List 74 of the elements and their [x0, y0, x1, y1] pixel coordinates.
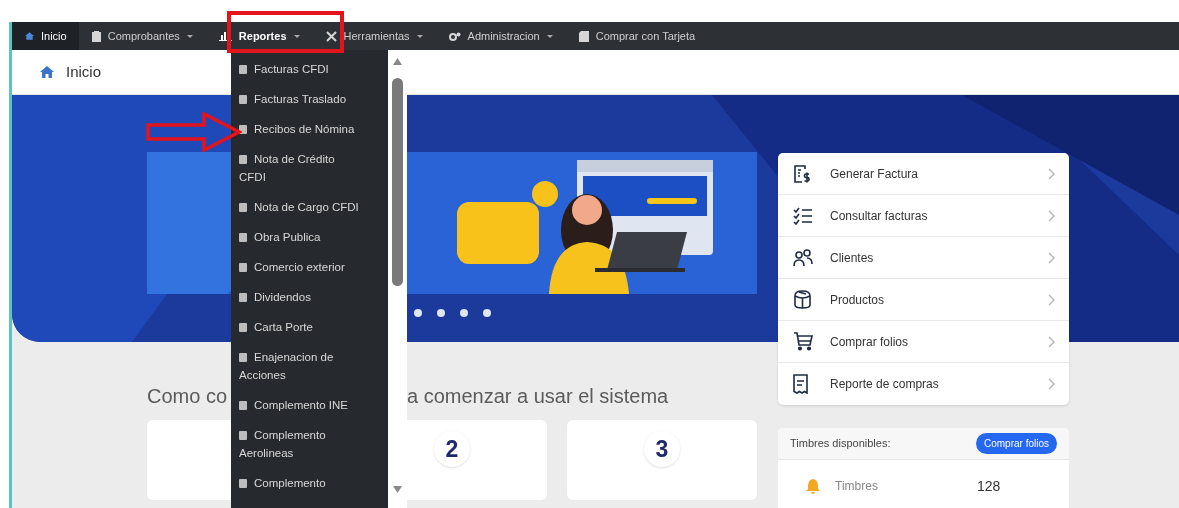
quick-link-item[interactable]: Productos	[778, 279, 1069, 321]
nav-menu-item[interactable]: Herramientas	[312, 22, 436, 50]
bell-icon	[806, 478, 820, 494]
chevron-right-icon	[1048, 293, 1055, 306]
dropdown-menu-item[interactable]: Dividendos	[231, 282, 359, 312]
caret-icon	[293, 34, 300, 38]
timbres-count: 128	[977, 476, 1001, 496]
card-icon	[578, 30, 589, 42]
gears-icon	[448, 31, 461, 41]
nav-menu-item[interactable]: Comprobantes	[78, 22, 206, 50]
nav-menu-item[interactable]: Inicio	[12, 22, 79, 50]
quick-link-item[interactable]: Reporte de compras	[778, 363, 1069, 405]
nav-menu-item[interactable]: Reportes	[205, 22, 313, 50]
document-icon	[239, 65, 247, 74]
dropdown-menu-item[interactable]: Enajenacion de Acciones	[231, 342, 359, 390]
document-icon	[239, 323, 247, 332]
cart-icon	[793, 332, 813, 351]
box-icon	[793, 290, 812, 309]
step-number: 2	[434, 431, 470, 467]
users-icon	[793, 248, 813, 267]
breadcrumb-label: Inicio	[66, 61, 102, 82]
dropdown-menu-item[interactable]: Nota de Cargo CFDI	[231, 192, 359, 222]
caret-icon	[546, 34, 553, 38]
home-icon	[40, 66, 54, 78]
quick-link-item[interactable]: Clientes	[778, 237, 1069, 279]
dropdown-menu-item[interactable]: Complemento INE	[231, 390, 359, 420]
document-icon	[239, 353, 247, 362]
quick-link-item[interactable]: Consultar facturas	[778, 195, 1069, 237]
section-heading: a comenzar a usar el sistema	[407, 384, 670, 409]
chevron-right-icon	[1048, 335, 1055, 348]
chevron-right-icon	[1048, 378, 1055, 390]
receipt-icon	[793, 374, 808, 394]
timbres-label: Timbres	[835, 478, 879, 495]
document-icon	[239, 95, 247, 104]
chevron-right-icon	[1048, 167, 1055, 180]
dropdown-menu-item[interactable]: Facturas Traslado	[231, 84, 359, 114]
document-icon	[239, 125, 247, 134]
clipboard-icon	[91, 30, 101, 42]
timbres-title: Timbres disponibles:	[790, 436, 891, 452]
home-icon	[25, 32, 34, 40]
caret-icon	[416, 34, 423, 38]
dropdown-menu-item[interactable]: Complemento Aerolineas	[231, 420, 359, 468]
document-icon	[239, 293, 247, 302]
document-icon	[239, 431, 247, 440]
document-icon	[239, 401, 247, 410]
caret-icon	[186, 34, 193, 38]
quick-link-item[interactable]: Generar Factura	[778, 153, 1069, 195]
document-icon	[239, 263, 247, 272]
document-icon	[239, 479, 247, 488]
buy-folios-button[interactable]: Comprar folios	[975, 433, 1057, 454]
dropdown-menu-item[interactable]: Comercio exterior	[231, 252, 359, 282]
document-icon	[239, 155, 247, 164]
section-heading: Como co	[147, 384, 228, 409]
chevron-right-icon	[1048, 209, 1055, 222]
document-icon	[239, 203, 247, 212]
dropdown-menu-item[interactable]: Carta Porte	[231, 312, 359, 342]
step-number: 3	[644, 431, 680, 467]
quick-link-item[interactable]: Comprar folios	[778, 321, 1069, 363]
dropdown-menu-item[interactable]: Complemento	[231, 468, 359, 498]
nav-menu-item[interactable]: Administracion	[435, 22, 566, 50]
scroll-down-icon[interactable]	[393, 486, 402, 493]
dropdown-menu-item[interactable]: Facturas CFDI	[231, 54, 359, 84]
invoice-dollar-icon	[793, 163, 811, 184]
document-icon	[239, 233, 247, 242]
checklist-icon	[793, 206, 813, 225]
dropdown-menu-item[interactable]: Nota de Crédito CFDI	[231, 144, 359, 192]
chevron-right-icon	[1048, 251, 1055, 264]
scroll-thumb[interactable]	[392, 78, 403, 286]
nav-menu-item[interactable]: Comprar con Tarjeta	[565, 22, 709, 50]
bar-chart-icon	[218, 31, 232, 41]
dropdown-menu-item[interactable]: Recibos de Nómina	[231, 114, 359, 144]
dropdown-menu-item[interactable]: Obra Publica	[231, 222, 359, 252]
scroll-up-icon[interactable]	[393, 58, 402, 65]
tools-icon	[325, 30, 337, 42]
